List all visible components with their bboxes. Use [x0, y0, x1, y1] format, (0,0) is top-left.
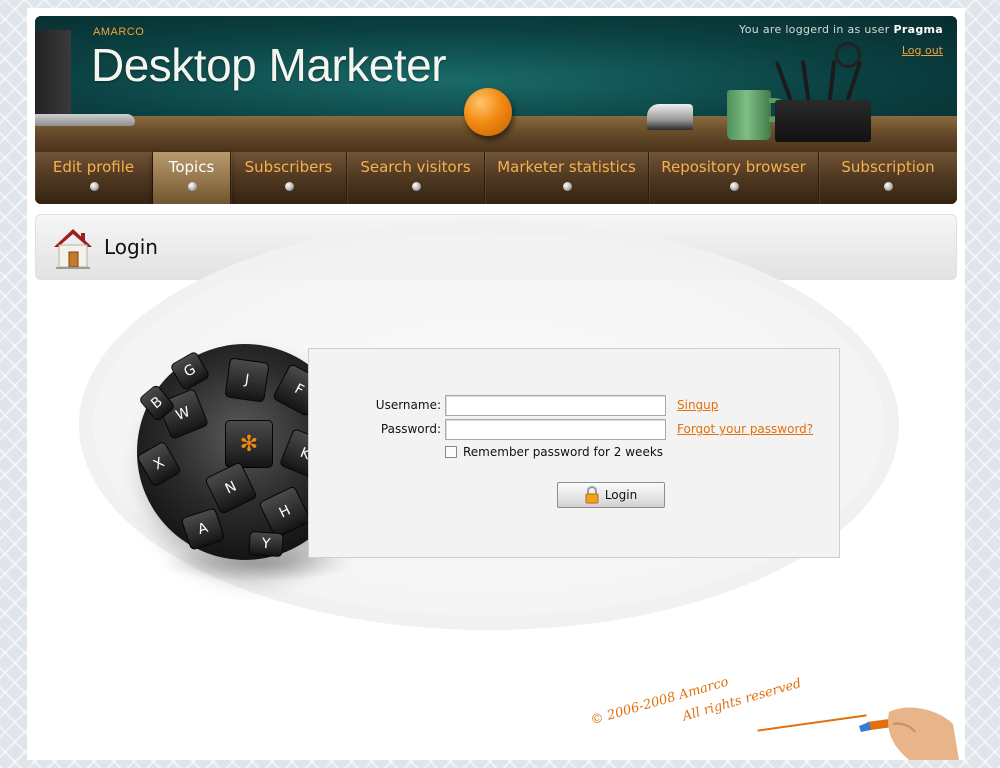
- scissors-decoration: [835, 42, 861, 68]
- nav-item-label: Edit profile: [52, 158, 135, 176]
- nav-item-topics[interactable]: Topics: [153, 152, 231, 204]
- nav-item-label: Marketer statistics: [497, 158, 636, 176]
- keyboard-key: H: [258, 485, 312, 539]
- logout-link[interactable]: Log out: [902, 44, 943, 57]
- page-title: Login: [104, 235, 158, 259]
- login-button[interactable]: Login: [557, 482, 665, 508]
- lock-icon: [585, 486, 599, 504]
- keyboard-key: J: [224, 357, 270, 403]
- nav-item-repository-browser[interactable]: Repository browser: [649, 152, 819, 204]
- orange-decoration: [464, 88, 512, 136]
- nav-dot-icon: [284, 182, 294, 191]
- remember-checkbox[interactable]: [445, 446, 457, 458]
- pen-holder-decoration: [774, 59, 875, 142]
- brand-small-text: AMARCO: [93, 26, 145, 38]
- home-icon: [54, 229, 92, 269]
- stapler-decoration: [647, 104, 693, 130]
- nav-dot-icon: [89, 182, 99, 191]
- keyboard-key: X: [136, 440, 182, 488]
- page-container: AMARCO Desktop Marketer You are loggerd …: [27, 8, 965, 760]
- nav-dot-icon: [729, 182, 739, 191]
- mug-decoration: [727, 90, 771, 140]
- nav-item-label: Topics: [168, 158, 215, 176]
- nav-dot-icon: [411, 182, 421, 191]
- nav-dot-icon: [884, 182, 893, 191]
- brand-logo: Desktop Marketer: [91, 39, 447, 91]
- logged-in-user-info: You are loggerd in as user Pragma: [739, 23, 943, 36]
- keyboard-key: N: [204, 461, 258, 515]
- nav-item-edit-profile[interactable]: Edit profile: [35, 152, 153, 204]
- nav-dot-icon: [187, 182, 197, 191]
- login-button-label: Login: [604, 488, 638, 502]
- nav-item-label: Repository browser: [661, 158, 806, 176]
- password-label: Password:: [380, 422, 441, 436]
- nav-dot-icon: [562, 182, 572, 191]
- logged-in-prefix: You are loggerd in as user: [739, 23, 890, 36]
- laptop-image: [35, 30, 71, 122]
- nav-item-label: Search visitors: [360, 158, 471, 176]
- asterisk-key-icon: ✻: [225, 420, 273, 468]
- signup-link[interactable]: Singup: [677, 398, 718, 412]
- username-label: Username:: [375, 398, 441, 412]
- forgot-password-link[interactable]: Forgot your password?: [677, 422, 813, 436]
- main-nav: Edit profile Topics Subscribers Search v…: [35, 152, 957, 204]
- nav-item-label: Subscribers: [244, 158, 333, 176]
- nav-item-subscription[interactable]: Subscription: [819, 152, 957, 204]
- nav-item-search-visitors[interactable]: Search visitors: [347, 152, 485, 204]
- nav-item-subscribers[interactable]: Subscribers: [231, 152, 347, 204]
- hand-with-marker-image: [859, 707, 959, 760]
- username-input[interactable]: [445, 395, 666, 416]
- nav-item-marketer-statistics[interactable]: Marketer statistics: [485, 152, 649, 204]
- pen-holder-base: [775, 100, 871, 142]
- header-banner: AMARCO Desktop Marketer You are loggerd …: [35, 16, 957, 204]
- laptop-base-image: [35, 114, 135, 126]
- logged-in-username: Pragma: [893, 23, 943, 36]
- nav-item-label: Subscription: [841, 158, 935, 176]
- password-input[interactable]: [445, 419, 666, 440]
- login-panel: Username: Singup Password: Forgot your p…: [308, 348, 840, 558]
- remember-label: Remember password for 2 weeks: [463, 445, 664, 459]
- keyboard-key: Y: [248, 530, 284, 558]
